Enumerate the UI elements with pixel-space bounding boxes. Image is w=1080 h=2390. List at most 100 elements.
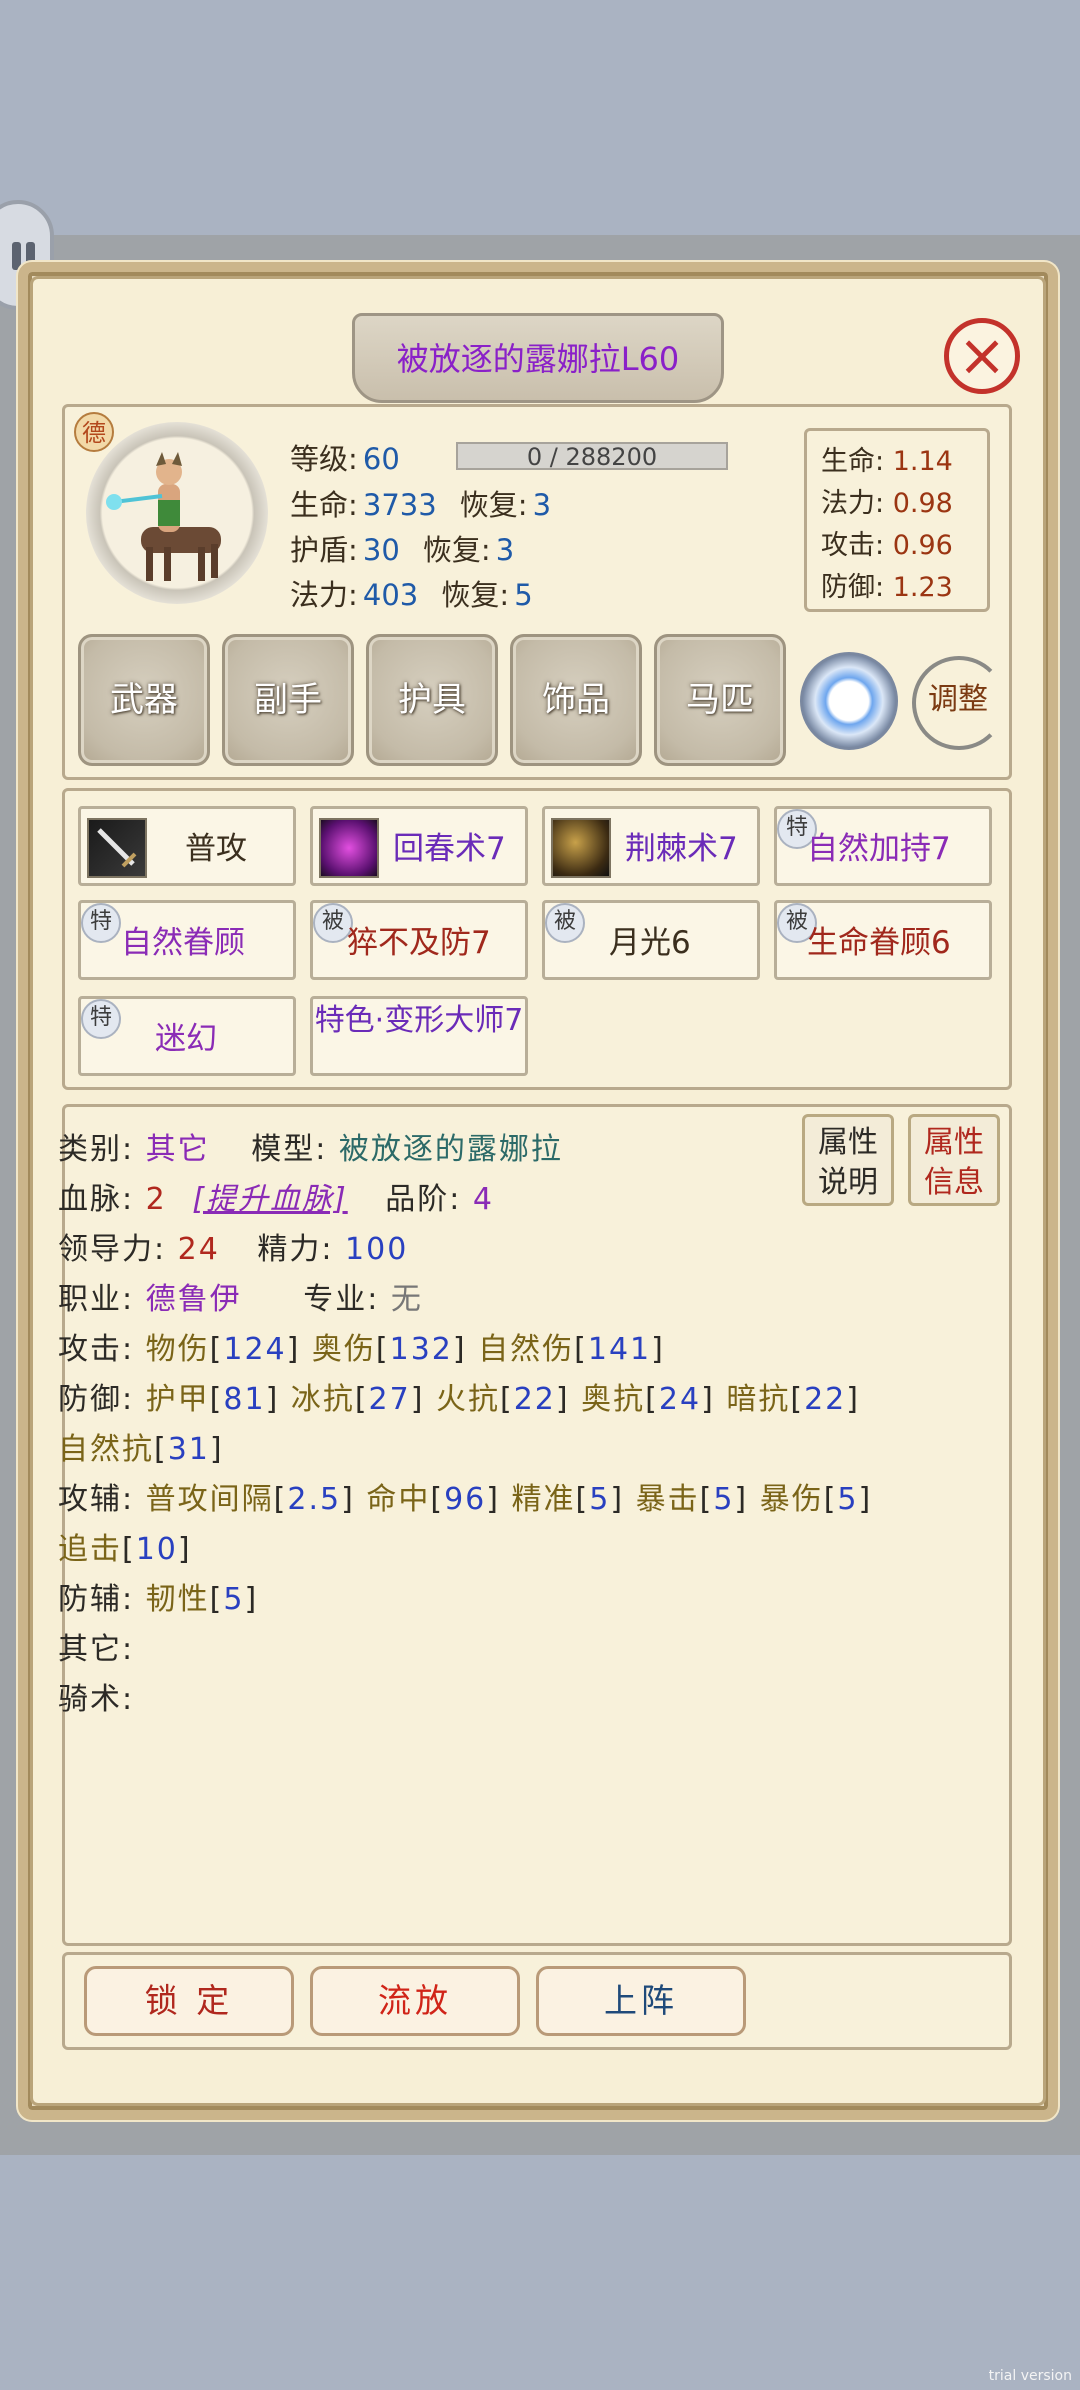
skill-cell-thorns[interactable]: 荆棘术7	[542, 806, 760, 886]
stat-name: 韧性	[145, 1582, 210, 1617]
attack-label: 攻击:	[58, 1332, 135, 1367]
model-label: 模型:	[251, 1132, 328, 1167]
defense-row: 防御: 护甲[81] 冰抗[27] 火抗[22] 奥抗[24] 暗抗[22]	[58, 1374, 860, 1418]
stat-value: 22	[804, 1382, 847, 1417]
close-button[interactable]: ×	[944, 318, 1020, 394]
stat-name: 自然抗	[58, 1432, 154, 1467]
equip-slot-offhand[interactable]: 副手	[222, 634, 354, 766]
upgrade-bloodline-link[interactable]: [提升血脉]	[192, 1182, 347, 1217]
ratio-value: 0.98	[892, 488, 953, 519]
skill-cell-surprise[interactable]: 被 猝不及防7	[310, 900, 528, 980]
attack-stat: 奥伤[132]	[311, 1332, 467, 1367]
other-row: 其它:	[58, 1624, 134, 1668]
adjust-button[interactable]: 调整	[910, 650, 1006, 750]
skill-name: 特色·变形大师7	[314, 1003, 524, 1038]
skill-cell-rejuvenation[interactable]: 回春术7	[310, 806, 528, 886]
sword-icon	[87, 818, 147, 878]
defense-stat: 奥抗[24]	[581, 1382, 715, 1417]
stat-value: 2.5	[287, 1482, 342, 1517]
stat-name: 自然伤	[478, 1332, 575, 1367]
category-value: 其它	[145, 1132, 210, 1167]
mana-label: 法力:	[290, 578, 358, 612]
skill-name: 回春术7	[393, 831, 506, 867]
bloodline-row: 血脉: 2 [提升血脉] 品阶: 4	[58, 1174, 494, 1218]
ratio-value: 0.96	[892, 530, 953, 561]
deploy-button[interactable]: 上阵	[536, 1966, 746, 2036]
watermark: trial version	[988, 2368, 1072, 2384]
job-label: 职业:	[58, 1282, 135, 1317]
thorns-icon	[551, 818, 611, 878]
leadership-label: 领导力:	[58, 1232, 167, 1267]
stat-name: 奥抗	[581, 1382, 646, 1417]
job-row: 职业: 德鲁伊 专业: 无	[58, 1274, 423, 1318]
defense-stat: 自然抗[31]	[58, 1432, 224, 1467]
mana-regen-label: 恢复:	[441, 578, 510, 612]
atk-aux-stat: 追击[10]	[58, 1532, 192, 1567]
spec-label: 专业:	[303, 1282, 380, 1317]
def-aux-label: 防辅:	[58, 1582, 135, 1617]
leadership-row: 领导力: 24 精力: 100	[58, 1224, 408, 1268]
stat-name: 护甲	[145, 1382, 210, 1417]
skill-cell-illusion[interactable]: 特 迷幻	[78, 996, 296, 1076]
atk-aux-stat: 命中[96]	[366, 1482, 500, 1517]
skill-cell-life-favor[interactable]: 被 生命眷顾6	[774, 900, 992, 980]
equip-slot-weapon[interactable]: 武器	[78, 634, 210, 766]
skill-cell-basic-attack[interactable]: 普攻	[78, 806, 296, 886]
skill-cell-nature-favor[interactable]: 特 自然眷顾	[78, 900, 296, 980]
defense-stat: 护甲[81]	[145, 1382, 280, 1417]
stat-value: 24	[658, 1382, 702, 1417]
defense-stat: 火抗[22]	[436, 1382, 570, 1417]
riding-row: 骑术:	[58, 1674, 134, 1718]
close-icon: ×	[957, 321, 1007, 389]
stat-value: 10	[135, 1532, 178, 1567]
stat-value: 22	[513, 1382, 556, 1417]
mana-row: 法力: 403 恢复: 5	[290, 572, 533, 614]
attribute-explain-button[interactable]: 属性 说明	[802, 1114, 894, 1206]
grade-value: 4	[472, 1182, 495, 1217]
rejuvenation-icon	[319, 818, 379, 878]
stat-value: 5	[837, 1482, 859, 1517]
skill-name: 月光6	[609, 925, 691, 961]
exile-button[interactable]: 流放	[310, 1966, 520, 2036]
lock-button[interactable]: 锁 定	[84, 1966, 294, 2036]
stat-name: 物伤	[145, 1332, 210, 1367]
skill-name: 猝不及防7	[347, 925, 491, 961]
exp-text: 0 / 288200	[526, 443, 658, 471]
shield-label: 护盾:	[290, 533, 358, 567]
special-tag: 特	[81, 903, 121, 943]
skill-name: 荆棘术7	[625, 831, 738, 867]
attack-stat: 自然伤[141]	[478, 1332, 665, 1367]
def-aux-row: 防辅: 韧性[5]	[58, 1574, 258, 1618]
attack-stat: 物伤[124]	[145, 1332, 301, 1367]
stat-value: 5	[713, 1482, 735, 1517]
ratio-label: 防御:	[821, 572, 885, 603]
ratio-row: 防御: 1.23	[821, 565, 953, 604]
skill-cell-nature-blessing[interactable]: 特 自然加持7	[774, 806, 992, 886]
ratio-value: 1.14	[892, 446, 953, 477]
skill-cell-shapeshift-master[interactable]: 特色·变形大师7	[310, 996, 528, 1076]
shield-regen-value: 3	[495, 533, 515, 567]
atk-aux-label: 攻辅:	[58, 1482, 135, 1517]
atk-aux-row: 攻辅: 普攻间隔[2.5] 命中[96] 精准[5] 暴击[5] 暴伤[5]	[58, 1474, 872, 1518]
button-line: 说明	[818, 1165, 878, 1200]
atk-aux-stat: 普攻间隔[2.5]	[145, 1482, 355, 1517]
stat-name: 追击	[58, 1532, 122, 1567]
equip-slot-mount[interactable]: 马匹	[654, 634, 786, 766]
growth-ratio-box: 生命: 1.14 法力: 0.98 攻击: 0.96 防御: 1.23	[804, 428, 990, 612]
level-row: 等级: 60	[290, 436, 400, 478]
stat-name: 奥伤	[311, 1332, 376, 1367]
ratio-label: 法力:	[821, 488, 885, 519]
attribute-info-button[interactable]: 属性 信息	[908, 1114, 1000, 1206]
character-portrait[interactable]	[86, 422, 268, 604]
energy-value: 100	[345, 1232, 409, 1267]
bloodline-value: 2	[145, 1182, 167, 1217]
riding-label: 骑术:	[58, 1682, 135, 1717]
mana-value: 403	[362, 578, 419, 612]
model-value: 被放逐的露娜拉	[338, 1132, 563, 1167]
equip-slot-accessory[interactable]: 饰品	[510, 634, 642, 766]
def-aux-stat: 韧性[5]	[145, 1582, 259, 1617]
equip-slot-armor[interactable]: 护具	[366, 634, 498, 766]
rank-medal-icon[interactable]	[800, 652, 898, 750]
skill-cell-moonlight[interactable]: 被 月光6	[542, 900, 760, 980]
stat-value: 141	[587, 1332, 652, 1367]
